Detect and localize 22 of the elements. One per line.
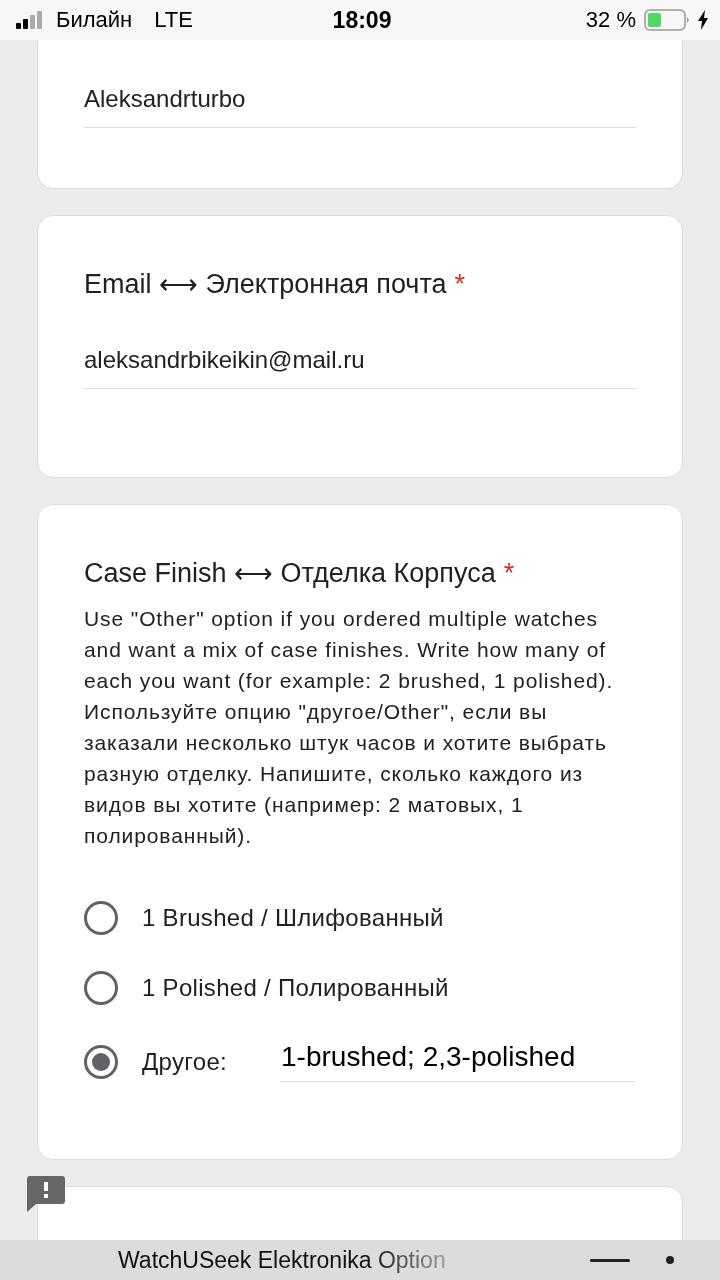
- option-label[interactable]: Другое:: [142, 1047, 228, 1076]
- radio-button[interactable]: [84, 901, 118, 935]
- other-input-field[interactable]: 1-brushed; 2,3-polished: [281, 1041, 636, 1082]
- clock: 18:09: [332, 6, 392, 34]
- question-title: Case Finish ⟷ Отделка Корпуса *: [84, 557, 516, 589]
- option-label[interactable]: 1 Polished / Полированный: [142, 974, 449, 1002]
- dot-icon[interactable]: [666, 1256, 674, 1264]
- answer-field[interactable]: aleksandrbikeikin@mail.ru: [84, 340, 636, 389]
- radio-button[interactable]: [84, 1044, 118, 1079]
- carrier-name: Билайн: [56, 7, 133, 33]
- battery-icon: [644, 9, 690, 31]
- charging-icon: [698, 10, 708, 30]
- page-title: WatchUSeek Elektronika Option: [118, 1246, 446, 1274]
- battery-percent: 32 %: [585, 7, 636, 33]
- question-title: Email ⟷ Электронная почта *: [84, 268, 466, 300]
- option-label[interactable]: 1 Brushed / Шлифованный: [142, 904, 444, 932]
- question-description: Use "Other" option if you ordered multiple watches and want a mix of case finishes. Write how many of each you want (for example: 2 brushed, 1 polished). Используйте опцию "другое/Other", если вы заказали несколько штук часов и хотите выбрать разную отделку. Напишите, сколько каждого из видов вы хотите (например: 2 матовых, 1 полированный).: [84, 606, 615, 849]
- feedback-icon[interactable]: [27, 1176, 65, 1212]
- minimize-icon[interactable]: [590, 1259, 630, 1262]
- radio-button[interactable]: [84, 971, 118, 1005]
- network-type: LTE: [154, 7, 193, 33]
- answer-field[interactable]: Aleksandrturbo: [84, 79, 636, 128]
